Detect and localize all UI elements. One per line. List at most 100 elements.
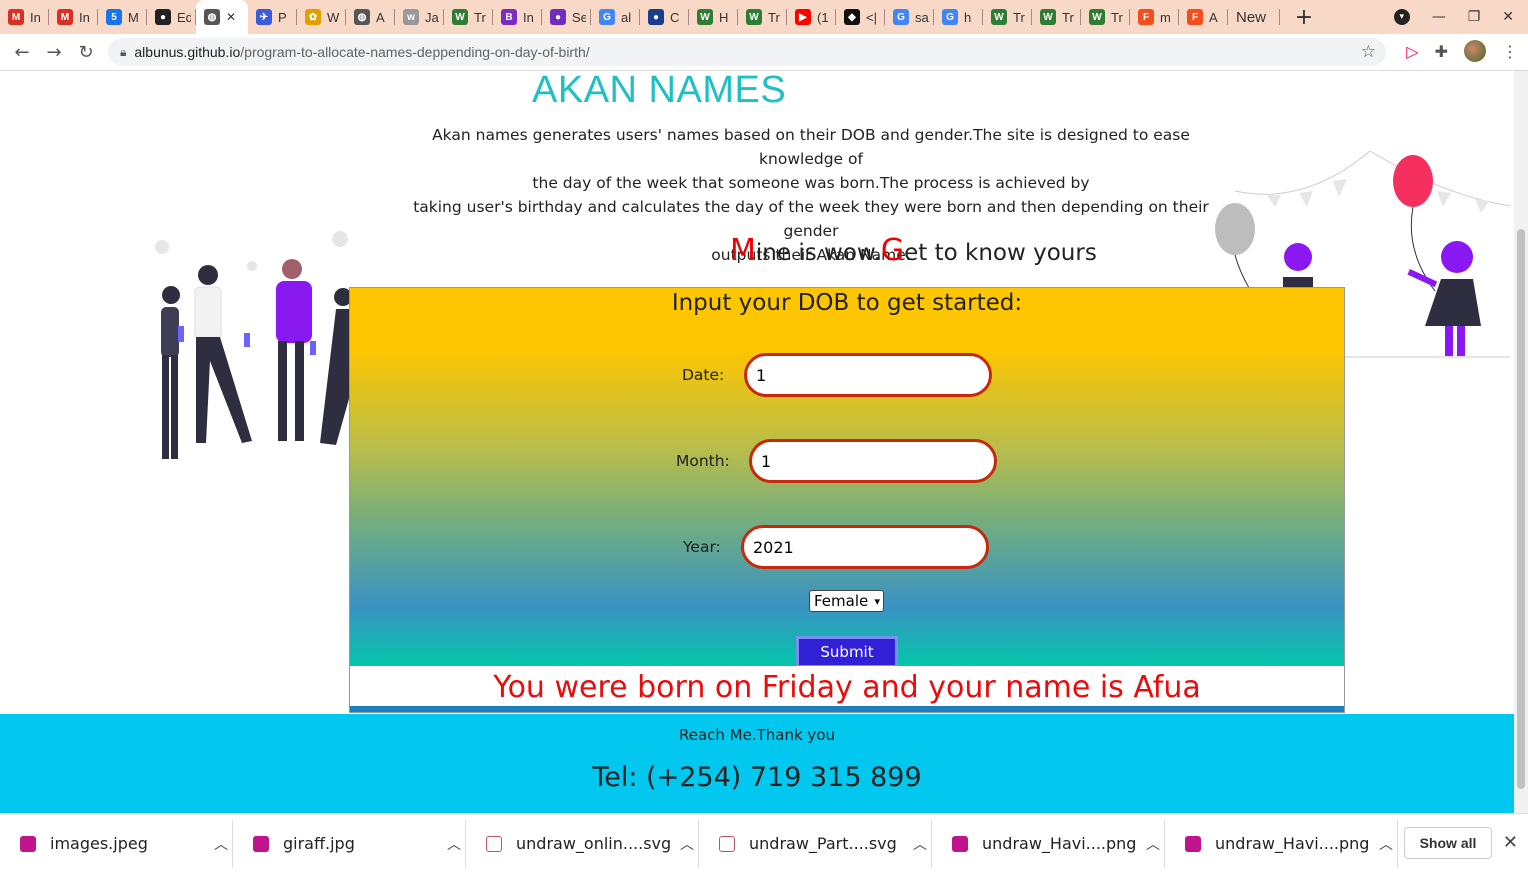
youtube-icon: ▶: [795, 9, 811, 25]
month-row: Month: 1: [676, 439, 997, 483]
year-label: Year:: [683, 538, 721, 556]
tab-label: (1: [817, 9, 829, 25]
tab[interactable]: M In: [0, 0, 49, 34]
extension-icon[interactable]: ▷: [1406, 42, 1418, 61]
tab-label: Tr: [474, 9, 486, 25]
tab[interactable]: W Tr: [444, 0, 493, 34]
download-item[interactable]: undraw_Havi....png ︿: [932, 814, 1165, 874]
close-window-icon[interactable]: ✕: [1502, 9, 1514, 25]
gender-select[interactable]: Female ▾: [809, 590, 884, 612]
dob-form: Input your DOB to get started: Date: 1 M…: [349, 287, 1345, 713]
download-item[interactable]: undraw_Part....svg ︿: [699, 814, 932, 874]
tab[interactable]: ● Se: [542, 0, 591, 34]
tab[interactable]: W Tr: [983, 0, 1032, 34]
browser-toolbar: ← → ↻ 🔒︎ albunus.github.io/program-to-al…: [0, 34, 1528, 71]
bookmark-star-icon[interactable]: ☆: [1361, 42, 1376, 62]
menu-kebab-icon[interactable]: ⋮: [1502, 42, 1518, 61]
submit-button[interactable]: Submit: [796, 636, 898, 668]
download-item[interactable]: images.jpeg ︿: [0, 814, 233, 874]
gmail-icon: M: [8, 9, 24, 25]
chevron-up-icon[interactable]: ︿: [1146, 834, 1160, 854]
tab[interactable]: Gal: [591, 0, 640, 34]
footer: Reach Me.Thank you Tel: (+254) 719 315 8…: [0, 714, 1514, 813]
download-filename: undraw_Part....svg: [749, 834, 897, 853]
tab[interactable]: Gh: [934, 0, 983, 34]
tab[interactable]: ● C: [640, 0, 689, 34]
tab[interactable]: W Tr: [1081, 0, 1130, 34]
lock-icon: 🔒︎: [120, 44, 127, 59]
download-item[interactable]: undraw_Havi....png ︿: [1165, 814, 1398, 874]
tab[interactable]: ◆ <|: [836, 0, 885, 34]
scrollbar-thumb[interactable]: [1517, 229, 1525, 789]
tab[interactable]: Gsa: [885, 0, 934, 34]
flower-icon: ✿: [305, 9, 321, 25]
window-controls: ▾ — ❐ ✕: [1393, 0, 1528, 34]
forward-icon[interactable]: →: [38, 36, 70, 68]
back-icon[interactable]: ←: [6, 36, 38, 68]
tab[interactable]: ✿ W: [297, 0, 346, 34]
year-input[interactable]: 2021: [741, 525, 989, 569]
year-row: Year: 2021: [683, 525, 989, 569]
w3schools-icon: w: [403, 9, 419, 25]
tab-new[interactable]: New: [1228, 0, 1280, 34]
tab[interactable]: w Ja: [395, 0, 444, 34]
globe-icon: ◍: [354, 9, 370, 25]
image-file-icon: [20, 835, 36, 852]
tab-label: In: [79, 9, 90, 25]
tab-label: Tr: [768, 9, 780, 25]
figma-icon: F: [1138, 9, 1154, 25]
download-item[interactable]: undraw_onlin....svg ︿: [466, 814, 699, 874]
tab[interactable]: ✈ P: [248, 0, 297, 34]
url-host: albunus.github.io: [134, 44, 241, 60]
tab[interactable]: ◍ A: [346, 0, 395, 34]
image-file-icon: [1185, 835, 1201, 852]
chevron-up-icon[interactable]: ︿: [680, 834, 694, 854]
tagline-part: ine is wow.: [755, 240, 881, 266]
tab-label: al: [621, 9, 632, 25]
puzzle-icon[interactable]: ✚: [1435, 42, 1448, 61]
tab-active[interactable]: ◍ ✕: [196, 0, 248, 34]
result-message: You were born on Friday and your name is…: [493, 670, 1201, 705]
tab[interactable]: 5M: [98, 0, 147, 34]
tab[interactable]: ▶ (1: [787, 0, 836, 34]
tab[interactable]: B In: [493, 0, 542, 34]
show-all-button[interactable]: Show all: [1404, 827, 1492, 859]
tab[interactable]: M In: [49, 0, 98, 34]
tab-label: M: [128, 9, 139, 25]
month-input[interactable]: 1: [749, 439, 997, 483]
tab[interactable]: W Tr: [1032, 0, 1081, 34]
download-item[interactable]: giraff.jpg ︿: [233, 814, 466, 874]
chevron-up-icon[interactable]: ︿: [913, 834, 927, 854]
tab[interactable]: ● Ed: [147, 0, 196, 34]
tab-search-icon[interactable]: ▾: [1393, 9, 1410, 25]
page-scrollbar[interactable]: [1514, 71, 1528, 813]
chevron-down-icon: ▾: [874, 594, 880, 608]
tab-label: C: [670, 9, 680, 25]
tab-close-icon[interactable]: ✕: [226, 10, 236, 24]
form-prompt: Input your DOB to get started:: [671, 290, 1023, 316]
bootstrap-icon: B: [501, 9, 517, 25]
globe-icon: ◍: [204, 9, 220, 25]
gmail-icon: M: [57, 9, 73, 25]
restore-icon[interactable]: ❐: [1468, 9, 1481, 25]
profile-avatar[interactable]: [1464, 40, 1486, 62]
address-bar[interactable]: 🔒︎ albunus.github.io/program-to-allocate…: [108, 38, 1386, 66]
minimize-icon[interactable]: —: [1432, 9, 1446, 25]
chevron-up-icon[interactable]: ︿: [1379, 834, 1393, 854]
calendar-icon: 5: [106, 9, 122, 25]
date-input[interactable]: 1: [744, 353, 992, 397]
wordpress-icon: W: [746, 9, 762, 25]
tagline-part: et to know yours: [904, 240, 1097, 266]
circle-icon: ●: [648, 9, 664, 25]
chevron-up-icon[interactable]: ︿: [447, 834, 461, 854]
close-download-bar-icon[interactable]: ✕: [1503, 832, 1518, 853]
image-file-icon: [253, 835, 269, 852]
reload-icon[interactable]: ↻: [70, 36, 102, 68]
svg-file-icon: [719, 835, 735, 852]
tab[interactable]: W Tr: [738, 0, 787, 34]
chevron-up-icon[interactable]: ︿: [214, 834, 228, 854]
tab[interactable]: Fm: [1130, 0, 1179, 34]
tab[interactable]: FA: [1179, 0, 1228, 34]
tab[interactable]: WH: [689, 0, 738, 34]
new-tab-plus-icon[interactable]: +: [1290, 0, 1318, 34]
